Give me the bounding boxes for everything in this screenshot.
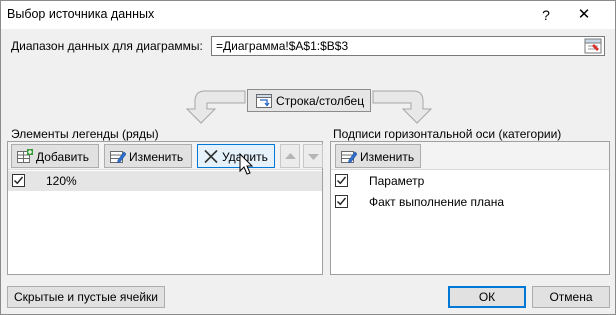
legend-list-item[interactable]: 120% [8, 171, 322, 191]
chart-range-value: =Диаграмма!$A$1:$B$3 [216, 39, 349, 53]
legend-item-label: 120% [46, 174, 77, 188]
range-picker-icon[interactable] [584, 38, 602, 54]
add-series-label: Добавить [36, 150, 90, 164]
edit-series-button[interactable]: Изменить [104, 144, 192, 168]
legend-toolbar: Добавить Изменить Удалить [8, 142, 323, 170]
legend-item-checkbox[interactable] [12, 174, 25, 187]
move-up-button[interactable] [280, 144, 300, 168]
ok-button[interactable]: ОК [448, 286, 526, 308]
mouse-pointer-icon [239, 153, 254, 175]
chart-range-field[interactable]: =Диаграмма!$A$1:$B$3 [211, 36, 605, 56]
edit-series-label: Изменить [129, 150, 184, 164]
add-series-button[interactable]: Добавить [11, 144, 99, 168]
axis-list-item[interactable]: Параметр [331, 171, 609, 191]
switch-row-column-label: Строка/столбец [276, 94, 365, 108]
delete-x-icon [203, 149, 219, 164]
axis-labels-panel: Изменить Параметр Факт выполнение плана [330, 141, 610, 275]
axis-item-label: Параметр [369, 174, 425, 188]
close-button[interactable]: ✕ [566, 1, 602, 29]
edit-table-icon [110, 149, 127, 164]
axis-list-item[interactable]: Факт выполнение плана [331, 192, 609, 212]
cancel-button[interactable]: Отмена [532, 286, 610, 308]
switch-row-column-button[interactable]: Строка/столбец [247, 89, 371, 112]
axis-toolbar: Изменить [331, 142, 609, 170]
switch-row-column-icon [256, 94, 272, 108]
axis-labels-title: Подписи горизонтальной оси (категории) [333, 127, 562, 141]
edit-table-icon [341, 149, 358, 164]
axis-item-label: Факт выполнение плана [369, 195, 505, 209]
axis-item-checkbox[interactable] [335, 195, 348, 208]
title-bar: Выбор источника данных ? ✕ [1, 1, 615, 29]
edit-axis-labels-button[interactable]: Изменить [335, 144, 421, 168]
move-down-button[interactable] [303, 144, 323, 168]
legend-entries-title: Элементы легенды (ряды) [11, 127, 159, 141]
hidden-empty-cells-button[interactable]: Скрытые и пустые ячейки [7, 286, 165, 308]
add-table-icon [17, 149, 33, 164]
dialog-title: Выбор источника данных [7, 7, 155, 21]
delete-series-button[interactable]: Удалить [197, 144, 275, 168]
select-data-source-dialog: Выбор источника данных ? ✕ Диапазон данн… [0, 0, 616, 315]
axis-item-checkbox[interactable] [335, 174, 348, 187]
chart-range-label: Диапазон данных для диаграммы: [11, 39, 203, 53]
edit-axis-labels-label: Изменить [360, 150, 415, 164]
triangle-up-icon [285, 153, 296, 159]
right-curved-arrow-icon [372, 90, 433, 124]
help-button[interactable]: ? [528, 1, 564, 29]
legend-entries-panel: Добавить Изменить Удалить 120% [7, 141, 323, 275]
left-curved-arrow-icon [185, 90, 246, 124]
triangle-down-icon [308, 154, 319, 160]
